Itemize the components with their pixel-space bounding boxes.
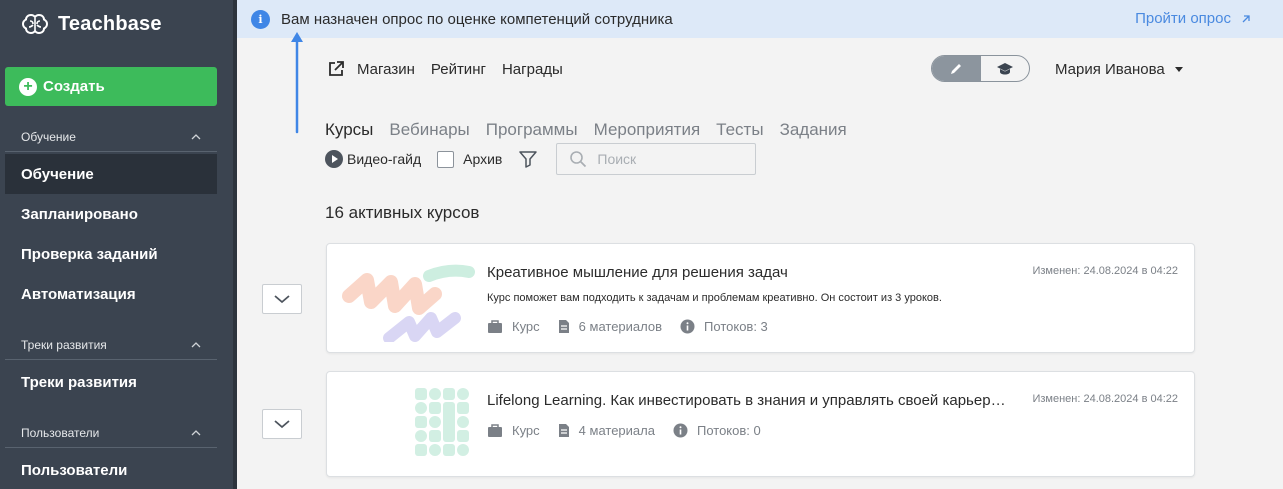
nav-link-awards[interactable]: Награды [502,61,563,78]
course-meta: Курс 4 материала Потоков: 0 [487,423,779,438]
play-icon [325,150,343,168]
section-header-learning[interactable]: Обучение [5,122,217,152]
expand-button[interactable] [262,284,302,314]
plus-icon: + [19,77,37,96]
pencil-icon [951,63,962,74]
sidebar-item-learning[interactable]: Обучение [5,154,217,194]
expand-button[interactable] [262,409,302,439]
course-card[interactable]: Lifelong Learning. Как инвестировать в з… [326,371,1195,477]
archive-checkbox[interactable]: Архив [437,150,503,168]
meta-type: Курс [487,423,540,438]
sidebar-item-scheduled[interactable]: Запланировано [5,194,217,234]
logo[interactable]: Teachbase [22,12,162,36]
meta-materials-label: 6 материалов [578,319,663,334]
course-title[interactable]: Lifelong Learning. Как инвестировать в з… [487,392,1007,409]
edit-mode-button[interactable] [932,56,981,81]
tab-webinars[interactable]: Вебинары [389,120,469,140]
chevron-up-icon [191,429,201,435]
video-guide-label: Видео-гайд [347,151,422,167]
courses-count: 16 активных курсов [325,203,480,222]
take-survey-link[interactable]: Пройти опрос [1135,10,1251,27]
tab-assignments[interactable]: Задания [780,120,847,140]
brain-logo-icon [22,13,49,35]
meta-materials: 6 материалов [558,319,662,334]
search-box [556,143,757,175]
sidebar: Teachbase + Создать Обучение Обучение За… [0,0,233,489]
meta-streams: Потоков: 3 [680,319,768,334]
course-modified: Изменен: 24.08.2024 в 04:22 [1032,393,1178,405]
info-circle-icon [673,423,688,438]
course-card[interactable]: Креативное мышление для решения задач Из… [326,243,1195,353]
nav-link-store[interactable]: Магазин [357,61,415,78]
section-header-users[interactable]: Пользователи [5,418,217,448]
info-circle-icon [680,319,695,334]
info-icon: i [251,9,270,29]
tab-events[interactable]: Мероприятия [594,120,701,140]
filters-bar: Видео-гайд Архив [325,143,757,175]
briefcase-icon [488,319,502,333]
checkbox-box [437,150,455,168]
brand-name: Teachbase [58,12,162,35]
tab-programs[interactable]: Программы [486,120,578,140]
external-link-icon[interactable] [327,60,345,78]
video-guide-button[interactable]: Видео-гайд [325,150,421,168]
sidebar-item-automation[interactable]: Автоматизация [5,274,217,314]
user-menu[interactable]: Мария Иванова [1055,61,1183,78]
chevron-down-icon [274,295,290,304]
sidebar-item-users[interactable]: Пользователи [5,450,217,489]
meta-streams-label: Потоков: 0 [696,423,761,438]
sidebar-item-tracks[interactable]: Треки развития [5,362,217,402]
search-icon [570,151,587,168]
document-icon [558,320,569,333]
take-survey-label: Пройти опрос [1135,10,1231,27]
notification-banner: i Вам назначен опрос по оценке компетенц… [237,0,1283,38]
sidebar-item-task-review[interactable]: Проверка заданий [5,234,217,274]
sidebar-border [233,0,237,489]
meta-streams: Потоков: 0 [673,423,761,438]
filter-icon[interactable] [519,150,538,168]
meta-type-label: Курс [512,423,540,438]
section-title: Треки развития [21,337,107,352]
chevron-down-icon [274,420,290,429]
chevron-up-icon [191,133,201,139]
search-input[interactable] [597,151,738,167]
chevron-up-icon [191,341,201,347]
meta-materials-label: 4 материала [578,423,655,438]
nav-link-rating[interactable]: Рейтинг [431,61,486,78]
banner-message: Вам назначен опрос по оценке компетенций… [281,10,673,28]
meta-materials: 4 материала [558,423,655,438]
briefcase-icon [488,423,502,437]
meta-type: Курс [487,319,540,334]
graduation-cap-icon [996,62,1013,74]
section-title: Обучение [21,129,76,144]
tab-courses[interactable]: Курсы [325,120,373,140]
course-description: Курс поможет вам подходить к задачам и п… [487,292,942,304]
create-button[interactable]: + Создать [5,67,217,106]
course-meta: Курс 6 материалов Потоков: 3 [487,319,786,334]
pointer-arrow-icon [291,32,303,134]
learner-mode-button[interactable] [981,56,1030,81]
course-title[interactable]: Креативное мышление для решения задач [487,264,1007,281]
course-thumbnail [342,264,475,342]
meta-streams-label: Потоков: 3 [704,319,768,334]
course-thumbnail [415,388,469,456]
caret-down-icon [1174,67,1183,72]
top-navigation: Магазин Рейтинг Награды [327,60,563,78]
mode-toggle [931,55,1030,82]
create-label: Создать [43,78,105,95]
content-tabs: Курсы Вебинары Программы Мероприятия Тес… [325,120,847,140]
section-header-tracks[interactable]: Треки развития [5,330,217,360]
section-title: Пользователи [21,425,100,440]
document-icon [558,424,569,437]
meta-type-label: Курс [512,319,540,334]
tab-tests[interactable]: Тесты [716,120,763,140]
user-name: Мария Иванова [1055,61,1165,78]
external-arrow-icon [1242,14,1250,22]
archive-label: Архив [463,151,503,167]
course-modified: Изменен: 24.08.2024 в 04:22 [1032,265,1178,277]
